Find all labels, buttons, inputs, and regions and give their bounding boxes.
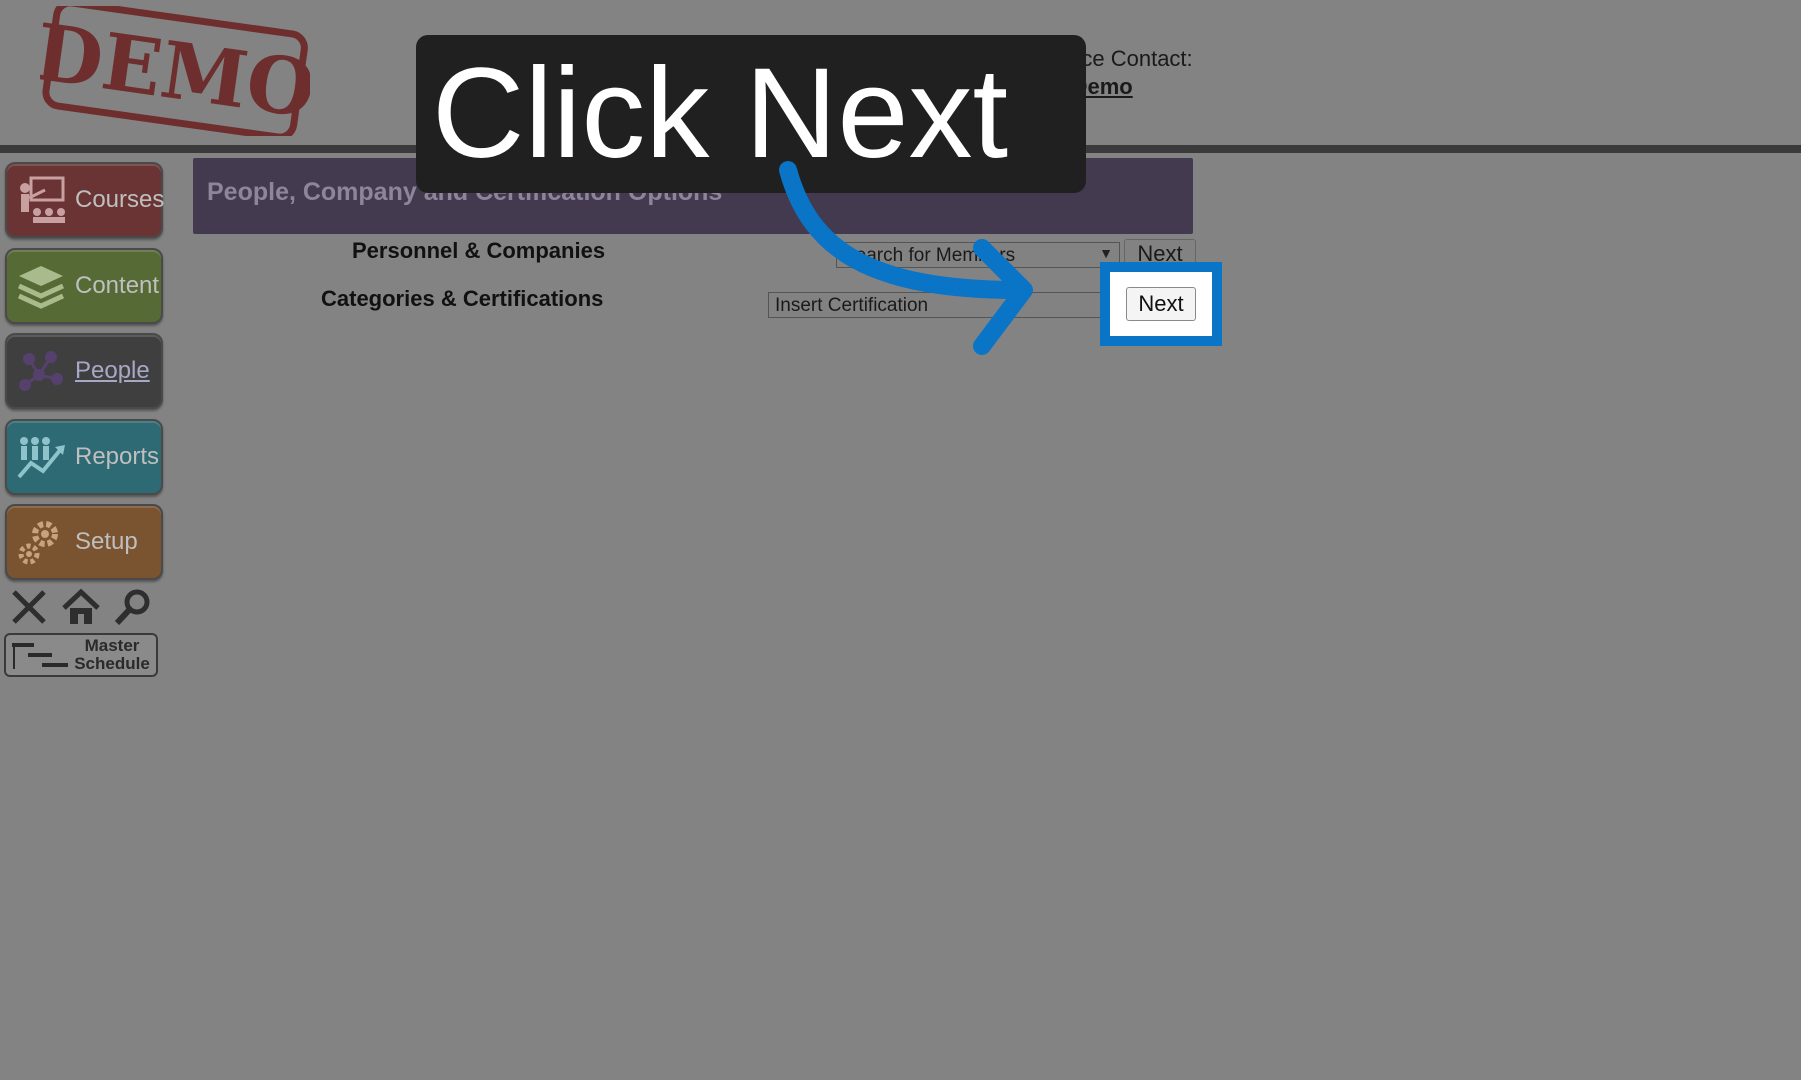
demo-stamp-logo: DEMO xyxy=(40,6,310,136)
schedule-timeline-icon xyxy=(12,643,68,669)
sidebar-item-courses[interactable]: Courses xyxy=(5,162,165,238)
sidebar-item-people[interactable]: People xyxy=(5,333,163,409)
insert-certification-select[interactable]: Insert Certification ▼ xyxy=(768,292,1120,318)
sidebar-item-label: Content xyxy=(75,272,160,299)
books-stack-icon xyxy=(17,266,65,309)
sidebar-item-content[interactable]: Content xyxy=(5,248,163,324)
next-button-certifications[interactable]: Next xyxy=(1126,287,1196,321)
home-icon[interactable] xyxy=(60,586,102,628)
master-schedule-button[interactable]: Master Schedule xyxy=(4,633,158,677)
sidebar-item-label: Setup xyxy=(75,528,138,555)
utility-toolbar xyxy=(6,586,156,630)
sidebar-item-label: Courses xyxy=(75,186,165,213)
sidebar-item-label: People xyxy=(75,357,150,384)
sidebar-item-label: Reports xyxy=(75,443,160,470)
svg-text:DEMO: DEMO xyxy=(40,7,310,136)
people-network-icon xyxy=(19,351,63,391)
chevron-down-icon: ▼ xyxy=(1099,245,1113,261)
sidebar-item-setup[interactable]: Setup xyxy=(5,504,163,580)
categories-certifications-label: Categories & Certifications xyxy=(321,286,604,311)
search-icon[interactable] xyxy=(112,586,154,628)
close-icon[interactable] xyxy=(8,586,50,628)
trend-chart-icon xyxy=(17,437,65,479)
gears-icon xyxy=(18,521,58,565)
sidebar-item-reports[interactable]: Reports xyxy=(5,419,163,495)
search-members-select[interactable]: Search for Members ▼ xyxy=(836,242,1120,268)
master-schedule-label: Master Schedule xyxy=(74,636,150,673)
personnel-companies-label: Personnel & Companies xyxy=(352,238,606,263)
presentation-icon xyxy=(20,176,65,223)
instruction-callout: Click Next xyxy=(416,35,1086,193)
instruction-text: Click Next xyxy=(432,42,1009,185)
